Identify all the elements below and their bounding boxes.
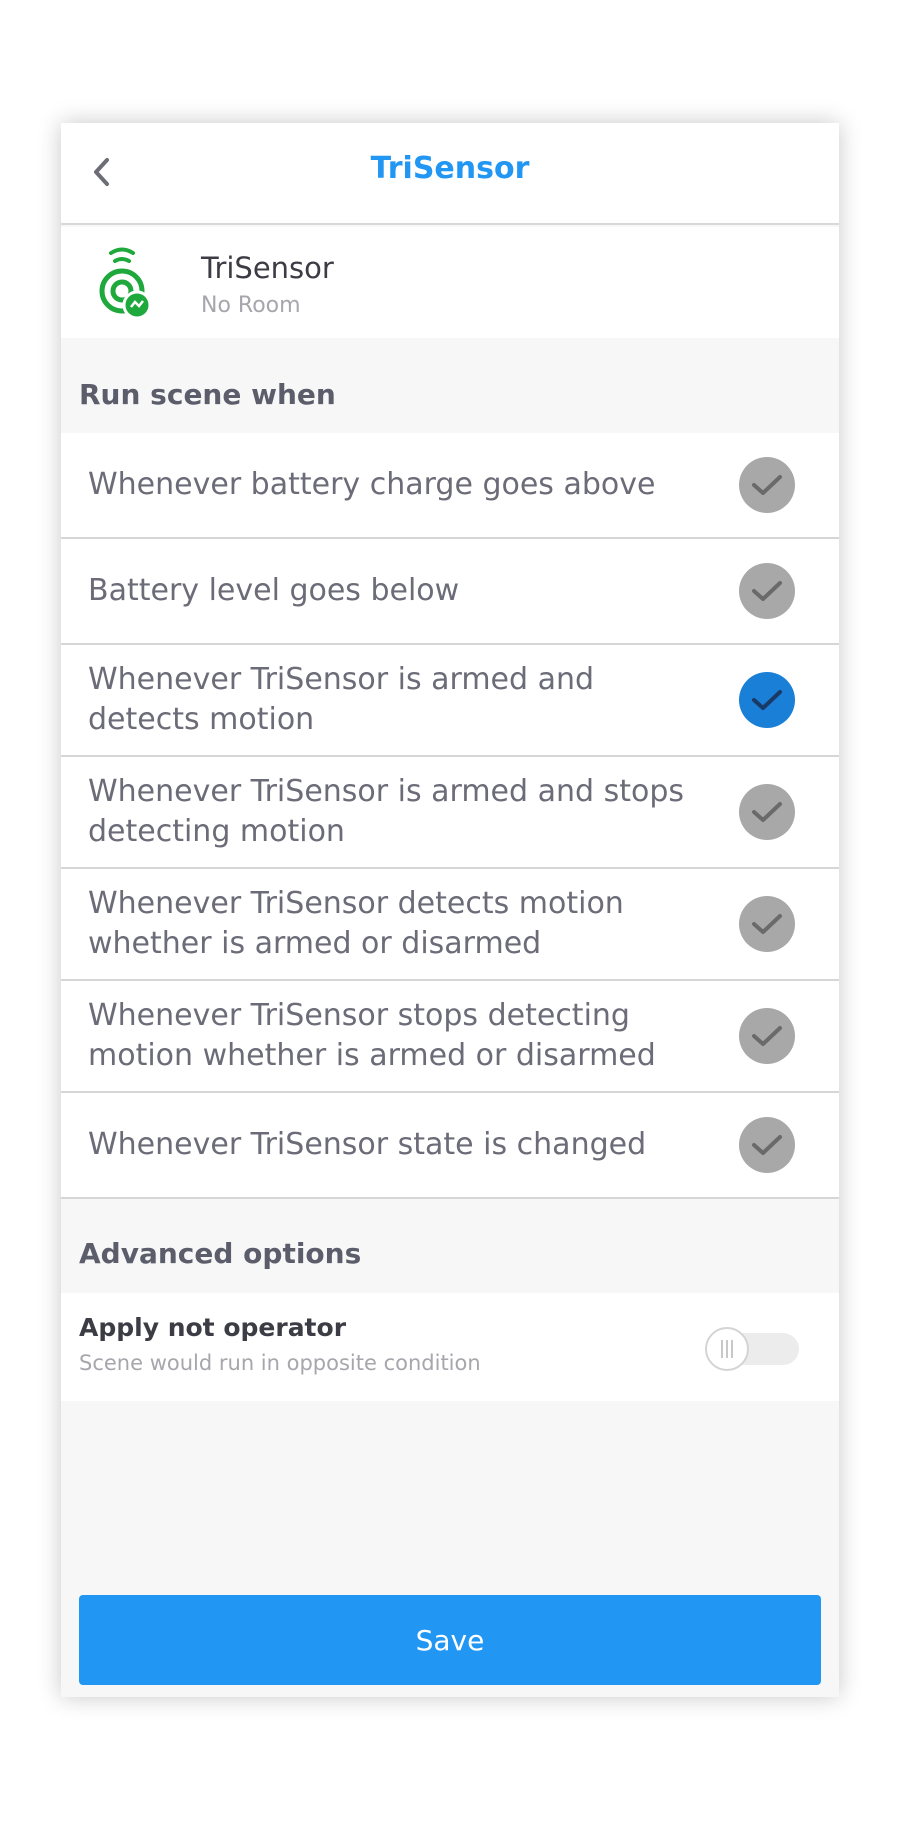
check-toggle[interactable] <box>739 1008 795 1064</box>
device-row: TriSensor No Room <box>61 227 839 338</box>
checkmark-icon <box>752 475 782 495</box>
check-toggle[interactable] <box>739 563 795 619</box>
device-name: TriSensor <box>201 251 334 285</box>
option-label: Whenever TriSensor detects motion whethe… <box>88 886 624 961</box>
apply-not-operator-label: Apply not operator <box>79 1313 347 1342</box>
option-row[interactable]: Whenever TriSensor state is changed <box>61 1093 839 1199</box>
option-label: Whenever TriSensor state is changed <box>88 1127 647 1162</box>
option-label: Battery level goes below <box>88 573 460 608</box>
apply-not-operator-toggle[interactable] <box>705 1327 799 1371</box>
checkmark-icon <box>752 690 782 710</box>
option-row[interactable]: Battery level goes below <box>61 539 839 645</box>
check-toggle[interactable] <box>739 1117 795 1173</box>
toggle-knob[interactable] <box>705 1327 749 1371</box>
section-advanced-title: Advanced options <box>79 1237 362 1270</box>
option-row[interactable]: Whenever TriSensor detects motion whethe… <box>61 869 839 981</box>
option-label: Whenever TriSensor is armed and detects … <box>88 662 595 737</box>
page-title: TriSensor <box>370 151 530 186</box>
checkmark-icon <box>752 1026 782 1046</box>
option-row[interactable]: Whenever TriSensor is armed and detects … <box>61 645 839 757</box>
grip-icon <box>721 1340 733 1358</box>
section-run-title: Run scene when <box>79 378 336 411</box>
option-row[interactable]: Whenever battery charge goes above <box>61 433 839 539</box>
check-toggle[interactable] <box>739 896 795 952</box>
check-toggle[interactable] <box>739 457 795 513</box>
checkmark-icon <box>752 914 782 934</box>
apply-not-operator-row: Apply not operator Scene would run in op… <box>61 1293 839 1401</box>
checkmark-icon <box>752 1135 782 1155</box>
checkmark-icon <box>752 581 782 601</box>
trisensor-icon <box>99 247 152 320</box>
option-row[interactable]: Whenever TriSensor is armed and stops de… <box>61 757 839 869</box>
checkmark-icon <box>752 802 782 822</box>
trigger-options-list: Whenever battery charge goes above Batte… <box>61 433 839 1199</box>
apply-not-operator-description: Scene would run in opposite condition <box>79 1351 481 1375</box>
option-row[interactable]: Whenever TriSensor stops detecting motio… <box>61 981 839 1093</box>
check-toggle[interactable] <box>739 672 795 728</box>
option-label: Whenever TriSensor stops detecting motio… <box>88 998 656 1073</box>
option-label: Whenever battery charge goes above <box>88 467 656 502</box>
save-button[interactable]: Save <box>79 1595 821 1685</box>
device-room: No Room <box>201 293 301 318</box>
option-label: Whenever TriSensor is armed and stops de… <box>88 774 684 849</box>
header: TriSensor <box>61 123 839 225</box>
check-toggle[interactable] <box>739 784 795 840</box>
app-screen: TriSensor TriSensor No Room Run scene wh… <box>61 123 839 1697</box>
